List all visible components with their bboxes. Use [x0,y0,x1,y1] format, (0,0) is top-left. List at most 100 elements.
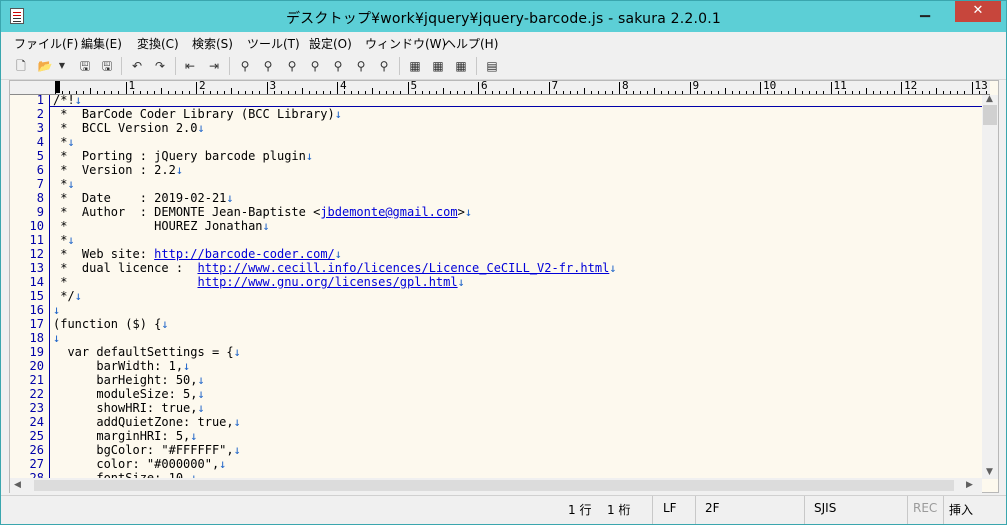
code-line[interactable]: ↓ [53,331,60,345]
tag-jump-icon[interactable]: ⚲ [376,58,392,74]
save-all-icon[interactable]: 🖫 [99,58,115,74]
menu-settings[interactable]: 設定(O) [309,35,352,52]
code-line[interactable]: * Version : 2.2↓ [53,163,183,177]
function-list-icon[interactable]: ▦ [453,58,469,74]
code-line[interactable]: marginHRI: 5,↓ [53,429,197,443]
settings-icon[interactable]: ▤ [484,58,500,74]
line-number[interactable]: 4 [10,135,44,149]
code-line[interactable]: *↓ [53,233,74,247]
code-url-link[interactable]: http://www.cecill.info/licences/Licence_… [198,261,610,275]
code-text[interactable]: /*!↓ * BarCode Coder Library (BCC Librar… [53,95,981,479]
code-line[interactable]: /*!↓ [53,95,82,107]
undo-icon[interactable]: ↶ [129,58,145,74]
code-line[interactable]: *↓ [53,177,74,191]
code-line[interactable]: */↓ [53,289,82,303]
redo-icon[interactable]: ↷ [152,58,168,74]
title-bar[interactable]: デスクトップ¥work¥jquery¥jquery-barcode.js - s… [1,1,1006,32]
menu-edit[interactable]: 編集(E) [81,35,122,52]
line-number[interactable]: 23 [10,401,44,415]
code-line[interactable]: barWidth: 1,↓ [53,359,190,373]
line-number[interactable]: 14 [10,275,44,289]
mark-search-icon[interactable]: ⚲ [353,58,369,74]
line-number[interactable]: 3 [10,121,44,135]
line-number[interactable]: 2 [10,107,44,121]
menu-convert[interactable]: 変換(C) [137,35,179,52]
code-url-link[interactable]: http://barcode-coder.com/ [154,247,335,261]
scroll-right-icon[interactable]: ▶ [966,478,973,492]
save-icon[interactable]: 🖫 [77,58,93,74]
code-line[interactable]: * HOUREZ Jonathan↓ [53,219,270,233]
code-line[interactable]: addQuietZone: true,↓ [53,415,241,429]
line-number[interactable]: 15 [10,289,44,303]
status-encoding[interactable]: SJIS [814,501,836,515]
code-line[interactable]: * Porting : jQuery barcode plugin↓ [53,149,313,163]
line-number[interactable]: 22 [10,387,44,401]
code-line[interactable]: * Web site: http://barcode-coder.com/↓ [53,247,342,261]
status-insert-mode[interactable]: 挿入 [949,501,973,518]
line-number[interactable]: 6 [10,163,44,177]
menu-file[interactable]: ファイル(F) [14,35,78,52]
new-file-icon[interactable]: 🗋 [13,58,29,74]
minimize-button[interactable]: ▁ [912,1,938,22]
code-url-link[interactable]: http://www.gnu.org/licenses/gpl.html [198,275,458,289]
line-number[interactable]: 20 [10,359,44,373]
line-number[interactable]: 18 [10,331,44,345]
menu-tools[interactable]: ツール(T) [247,35,300,52]
code-line[interactable]: showHRI: true,↓ [53,401,204,415]
close-button[interactable]: ✕ [955,1,1001,22]
scroll-down-icon[interactable]: ▼ [986,465,993,479]
line-number[interactable]: 17 [10,317,44,331]
compare-icon[interactable]: ▦ [407,58,423,74]
line-number[interactable]: 1 [10,93,44,107]
code-line[interactable]: * BCCL Version 2.0↓ [53,121,205,135]
horizontal-scroll-thumb[interactable] [34,480,954,491]
line-number[interactable]: 12 [10,247,44,261]
code-line[interactable]: var defaultSettings = {↓ [53,345,240,359]
status-line-ending[interactable]: LF [663,501,677,515]
line-number[interactable]: 21 [10,373,44,387]
line-number[interactable]: 8 [10,191,44,205]
scroll-left-icon[interactable]: ◀ [14,478,21,492]
menu-help[interactable]: ヘルプ(H) [444,35,498,52]
code-line[interactable]: * Author : DEMONTE Jean-Baptiste <jbdemo… [53,205,472,219]
line-number[interactable]: 19 [10,345,44,359]
line-number[interactable]: 9 [10,205,44,219]
search-next-icon[interactable]: ⚲ [284,58,300,74]
jump-back-icon[interactable]: ⇤ [182,58,198,74]
outline-icon[interactable]: ▦ [430,58,446,74]
menu-search[interactable]: 検索(S) [192,35,233,52]
code-line[interactable]: ↓ [53,303,60,317]
jump-forward-icon[interactable]: ⇥ [206,58,222,74]
line-number[interactable]: 7 [10,177,44,191]
vertical-scrollbar[interactable]: ▲ ▼ [982,92,998,479]
code-line[interactable]: moduleSize: 5,↓ [53,387,204,401]
open-folder-icon[interactable]: 📂 [37,58,53,74]
code-line[interactable]: barHeight: 50,↓ [53,373,204,387]
vertical-scroll-thumb[interactable] [983,105,997,125]
open-dropdown-icon[interactable]: ▼ [57,58,67,74]
search-prev-icon[interactable]: ⚲ [260,58,276,74]
scroll-up-icon[interactable]: ▲ [986,92,993,106]
line-number[interactable]: 11 [10,233,44,247]
code-line[interactable]: *↓ [53,135,74,149]
code-line[interactable]: * dual licence : http://www.cecill.info/… [53,261,616,275]
menu-window[interactable]: ウィンドウ(W) [365,35,446,52]
code-line[interactable]: color: "#000000",↓ [53,457,226,471]
line-number[interactable]: 25 [10,429,44,443]
editor-area[interactable]: 1 2 3 4 5 6 7 8 9 10 11 12 13 1 2 3 4 5 6 7 8 9 10 11 12 13 14 15 1… [9,80,999,493]
code-line[interactable]: * BarCode Coder Library (BCC Library)↓ [53,107,342,121]
horizontal-scrollbar[interactable]: ◀ ▶ [10,478,982,493]
line-number-gutter[interactable]: 1 2 3 4 5 6 7 8 9 10 11 12 13 14 15 16 17 18 19 20 21 22 23 24 2… [10,93,50,485]
code-line[interactable]: (function ($) {↓ [53,317,169,331]
line-number[interactable]: 24 [10,415,44,429]
line-number[interactable]: 26 [10,443,44,457]
replace-icon[interactable]: ⚲ [330,58,346,74]
line-number[interactable]: 13 [10,261,44,275]
line-number[interactable]: 10 [10,219,44,233]
code-url-link[interactable]: jbdemonte@gmail.com [320,205,457,219]
code-line[interactable]: bgColor: "#FFFFFF",↓ [53,443,241,457]
grep-icon[interactable]: ⚲ [307,58,323,74]
line-number[interactable]: 5 [10,149,44,163]
line-number[interactable]: 16 [10,303,44,317]
line-number[interactable]: 27 [10,457,44,471]
